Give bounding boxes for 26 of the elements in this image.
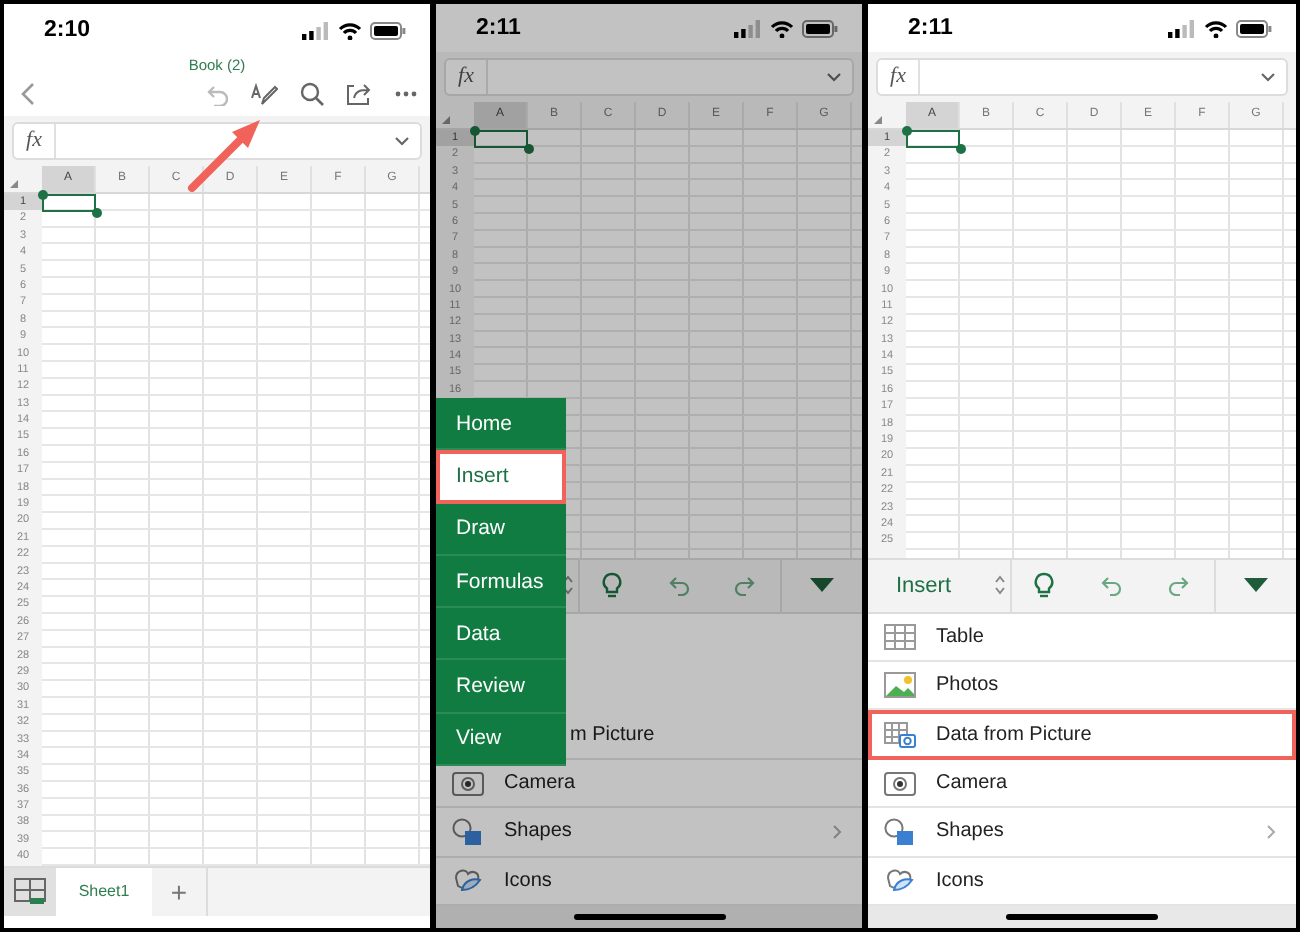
- sheet-tab[interactable]: Sheet1: [56, 867, 152, 916]
- formula-bar[interactable]: fx: [12, 122, 422, 160]
- function-label: fx: [878, 60, 920, 94]
- status-time: 2:10: [44, 18, 91, 42]
- insert-item[interactable]: Data from Picture: [868, 710, 1296, 760]
- insert-item[interactable]: Icons: [868, 857, 1296, 906]
- insert-item[interactable]: Icons: [436, 857, 862, 906]
- function-label: fx: [446, 60, 488, 94]
- item-label: m Picture: [570, 723, 657, 746]
- item-label: Shapes: [504, 820, 574, 843]
- item-label: Icons: [936, 869, 986, 892]
- menu-item[interactable]: Insert: [436, 450, 566, 504]
- item-label: Icons: [504, 869, 554, 892]
- item-label: Data from Picture: [936, 724, 1094, 747]
- status-time: 2:11: [908, 16, 953, 40]
- function-label: fx: [14, 124, 56, 158]
- item-label: Camera: [504, 772, 578, 795]
- item-label: Camera: [936, 772, 1010, 795]
- item-label: Shapes: [936, 820, 1006, 843]
- insert-item[interactable]: Table: [868, 613, 1296, 663]
- ribbon-tab-label: Insert: [894, 573, 952, 598]
- status-time: 2:11: [476, 16, 521, 40]
- formula-bar[interactable]: fx: [876, 58, 1288, 96]
- item-label: Table: [936, 625, 986, 648]
- item-label: Photos: [936, 674, 1001, 697]
- formula-bar[interactable]: fx: [444, 58, 854, 96]
